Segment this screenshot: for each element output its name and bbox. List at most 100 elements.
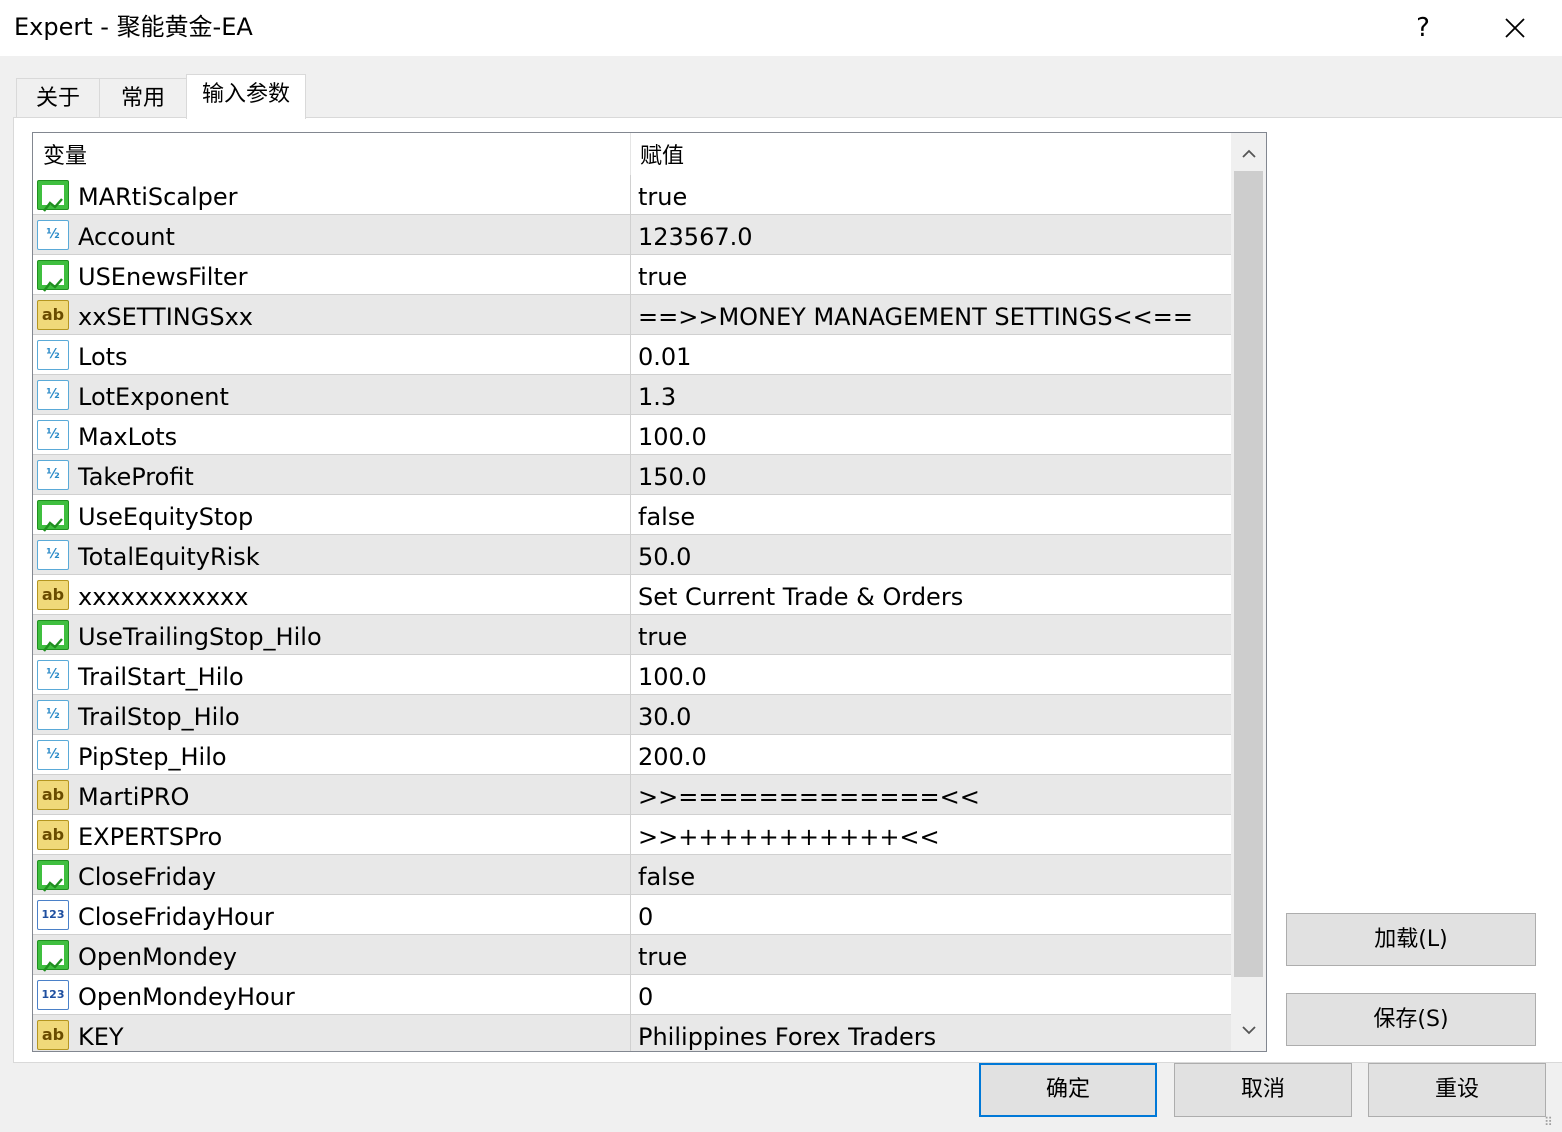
table-row[interactable]: ½ Account 123567.0: [33, 215, 1231, 255]
parameters-grid[interactable]: 变量 赋值 MARtiScalper true ½ Account 123567.0 US…: [32, 132, 1267, 1052]
table-row[interactable]: USEnewsFilter true: [33, 255, 1231, 295]
table-row[interactable]: ½ TrailStop_Hilo 30.0: [33, 695, 1231, 735]
table-row[interactable]: ab MartiPRO >>=============<<: [33, 775, 1231, 815]
param-name: Account: [78, 223, 175, 251]
table-row[interactable]: UseEquityStop false: [33, 495, 1231, 535]
param-name: UseTrailingStop_Hilo: [78, 623, 322, 651]
param-name-cell: ab KEY: [33, 1015, 631, 1051]
table-row[interactable]: ½ TakeProfit 150.0: [33, 455, 1231, 495]
header-variable[interactable]: 变量: [33, 133, 631, 175]
param-name: MartiPRO: [78, 783, 190, 811]
table-row[interactable]: ½ MaxLots 100.0: [33, 415, 1231, 455]
header-value[interactable]: 赋值: [631, 133, 1231, 175]
param-name: OpenMondey: [78, 943, 237, 971]
double-icon: ½: [37, 460, 69, 490]
param-value-cell[interactable]: 30.0: [631, 695, 1231, 734]
param-name-cell: ab xxSETTINGSxx: [33, 295, 631, 334]
tab-common[interactable]: 常用: [99, 78, 187, 118]
cancel-button[interactable]: 取消: [1174, 1063, 1352, 1117]
param-name-cell: UseTrailingStop_Hilo: [33, 615, 631, 654]
scroll-up-button[interactable]: [1231, 137, 1266, 171]
param-value-cell[interactable]: Set Current Trade & Orders: [631, 575, 1231, 614]
double-icon: ½: [37, 700, 69, 730]
param-name: EXPERTSPro: [78, 823, 223, 851]
param-name: TrailStop_Hilo: [78, 703, 240, 731]
param-value-cell[interactable]: 50.0: [631, 535, 1231, 574]
param-name-cell: ½ Lots: [33, 335, 631, 374]
table-row[interactable]: ab EXPERTSPro >>+++++++++++<<: [33, 815, 1231, 855]
param-value-cell[interactable]: 0: [631, 895, 1231, 934]
param-name-cell: ½ TakeProfit: [33, 455, 631, 494]
close-icon: [1505, 18, 1525, 38]
help-button[interactable]: ?: [1400, 0, 1446, 56]
param-name: USEnewsFilter: [78, 263, 248, 291]
table-row[interactable]: UseTrailingStop_Hilo true: [33, 615, 1231, 655]
param-name: LotExponent: [78, 383, 229, 411]
tab-inputs[interactable]: 输入参数: [186, 74, 306, 119]
param-value-cell[interactable]: 1.3: [631, 375, 1231, 414]
param-name-cell: ab MartiPRO: [33, 775, 631, 814]
table-row[interactable]: ½ TotalEquityRisk 50.0: [33, 535, 1231, 575]
param-value-cell[interactable]: >>+++++++++++<<: [631, 815, 1231, 854]
window-title: Expert - 聚能黄金-EA: [14, 13, 253, 41]
param-name-cell: ½ MaxLots: [33, 415, 631, 454]
table-row[interactable]: OpenMondey true: [33, 935, 1231, 975]
param-name-cell: CloseFriday: [33, 855, 631, 894]
param-name: xxSETTINGSxx: [78, 303, 253, 331]
scroll-thumb[interactable]: [1234, 171, 1263, 977]
double-icon: ½: [37, 540, 69, 570]
double-icon: ½: [37, 380, 69, 410]
close-button[interactable]: [1490, 0, 1540, 56]
param-name-cell: ½ Account: [33, 215, 631, 254]
string-icon: ab: [37, 780, 69, 810]
tab-about[interactable]: 关于: [16, 78, 100, 118]
param-value-cell[interactable]: 123567.0: [631, 215, 1231, 254]
param-value-cell[interactable]: false: [631, 495, 1231, 534]
ok-button[interactable]: 确定: [979, 1063, 1157, 1117]
param-name: KEY: [78, 1023, 124, 1051]
param-value-cell[interactable]: 0.01: [631, 335, 1231, 374]
param-value-cell[interactable]: true: [631, 255, 1231, 294]
param-name: UseEquityStop: [78, 503, 254, 531]
double-icon: ½: [37, 660, 69, 690]
table-row[interactable]: 123 CloseFridayHour 0: [33, 895, 1231, 935]
grid-rows: MARtiScalper true ½ Account 123567.0 USEnewsF…: [33, 175, 1231, 1051]
table-row[interactable]: ½ TrailStart_Hilo 100.0: [33, 655, 1231, 695]
bool-icon: [37, 260, 69, 292]
load-button[interactable]: 加载(L): [1286, 913, 1536, 966]
table-row[interactable]: ½ Lots 0.01: [33, 335, 1231, 375]
double-icon: ½: [37, 420, 69, 450]
param-name: CloseFridayHour: [78, 903, 274, 931]
param-value-cell[interactable]: false: [631, 855, 1231, 894]
table-row[interactable]: ab KEY Philippines Forex Traders: [33, 1015, 1231, 1051]
param-value-cell[interactable]: 0: [631, 975, 1231, 1014]
param-value-cell[interactable]: >>=============<<: [631, 775, 1231, 814]
param-value-cell[interactable]: 150.0: [631, 455, 1231, 494]
param-value-cell[interactable]: 100.0: [631, 415, 1231, 454]
table-row[interactable]: ½ PipStep_Hilo 200.0: [33, 735, 1231, 775]
vertical-scrollbar[interactable]: [1231, 133, 1266, 1051]
save-button[interactable]: 保存(S): [1286, 993, 1536, 1046]
param-value-cell[interactable]: ==>>MONEY MANAGEMENT SETTINGS<<==: [631, 295, 1231, 334]
table-row[interactable]: MARtiScalper true: [33, 175, 1231, 215]
table-row[interactable]: ab xxxxxxxxxxxx Set Current Trade & Orders: [33, 575, 1231, 615]
bool-icon: [37, 180, 69, 212]
param-value-cell[interactable]: true: [631, 175, 1231, 214]
table-row[interactable]: 123 OpenMondeyHour 0: [33, 975, 1231, 1015]
table-row[interactable]: CloseFriday false: [33, 855, 1231, 895]
param-value-cell[interactable]: true: [631, 935, 1231, 974]
param-name-cell: USEnewsFilter: [33, 255, 631, 294]
param-name: TrailStart_Hilo: [78, 663, 244, 691]
param-value-cell[interactable]: Philippines Forex Traders: [631, 1015, 1231, 1051]
table-row[interactable]: ab xxSETTINGSxx ==>>MONEY MANAGEMENT SETTI…: [33, 295, 1231, 335]
param-value-cell[interactable]: 200.0: [631, 735, 1231, 774]
param-name-cell: UseEquityStop: [33, 495, 631, 534]
table-row[interactable]: ½ LotExponent 1.3: [33, 375, 1231, 415]
param-value-cell[interactable]: 100.0: [631, 655, 1231, 694]
param-value-cell[interactable]: true: [631, 615, 1231, 654]
param-name: TakeProfit: [78, 463, 194, 491]
reset-button[interactable]: 重设: [1368, 1063, 1546, 1117]
scroll-down-button[interactable]: [1231, 1013, 1266, 1047]
grid-header: 变量 赋值: [33, 133, 1231, 175]
resize-grip[interactable]: ⠿: [1544, 1114, 1560, 1130]
